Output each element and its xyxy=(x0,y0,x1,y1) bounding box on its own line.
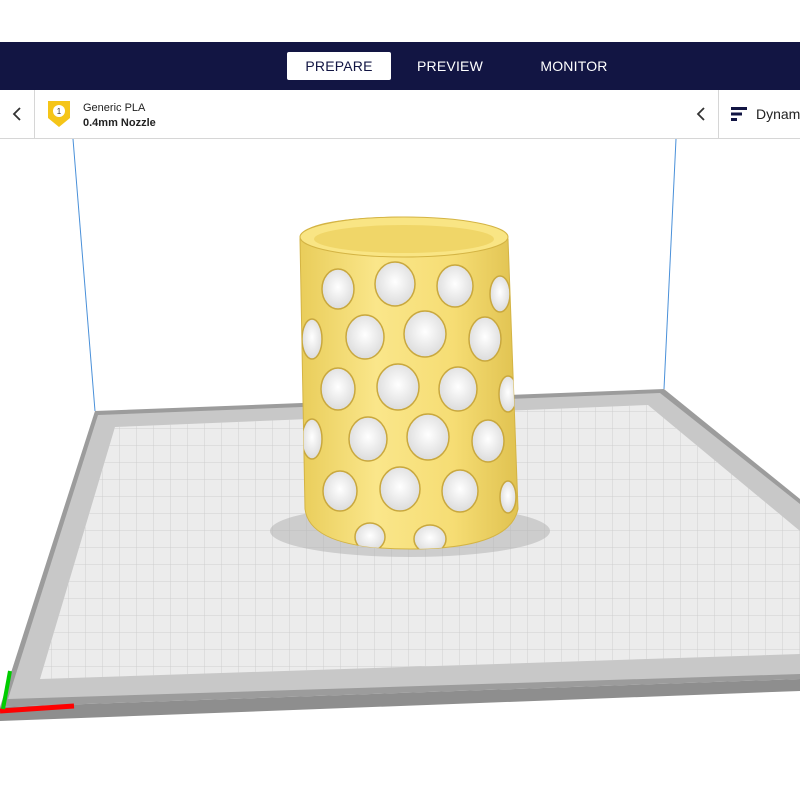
nozzle-size: 0.4mm Nozzle xyxy=(83,117,156,129)
scene-canvas xyxy=(0,139,800,721)
volume-edge-right xyxy=(663,139,677,390)
print-settings-icon[interactable] xyxy=(731,107,747,121)
chevron-left-icon xyxy=(12,107,21,121)
material-name: Generic PLA xyxy=(83,102,146,114)
printer-back-button[interactable] xyxy=(0,90,35,138)
chevron-left-icon xyxy=(696,107,705,121)
extruder-number: 1 xyxy=(57,107,62,116)
tab-monitor[interactable]: MONITOR xyxy=(519,52,629,80)
3d-viewport[interactable] xyxy=(0,139,800,799)
print-profile-label[interactable]: Dynam xyxy=(756,106,800,122)
settings-collapse-button[interactable] xyxy=(684,90,719,138)
stage-tabs: PREPARE PREVIEW MONITOR xyxy=(287,52,629,80)
window-top-area xyxy=(0,0,800,42)
stage-header: PREPARE PREVIEW MONITOR xyxy=(0,42,800,90)
prepare-toolbar: 1 Generic PLA 0.4mm Nozzle Dynam xyxy=(0,90,800,139)
model-lattice-vase xyxy=(299,216,519,550)
extruder-badge-icon[interactable]: 1 xyxy=(47,100,71,128)
tab-prepare[interactable]: PREPARE xyxy=(287,52,391,80)
tab-preview[interactable]: PREVIEW xyxy=(391,52,509,80)
volume-edge-left xyxy=(72,139,96,412)
